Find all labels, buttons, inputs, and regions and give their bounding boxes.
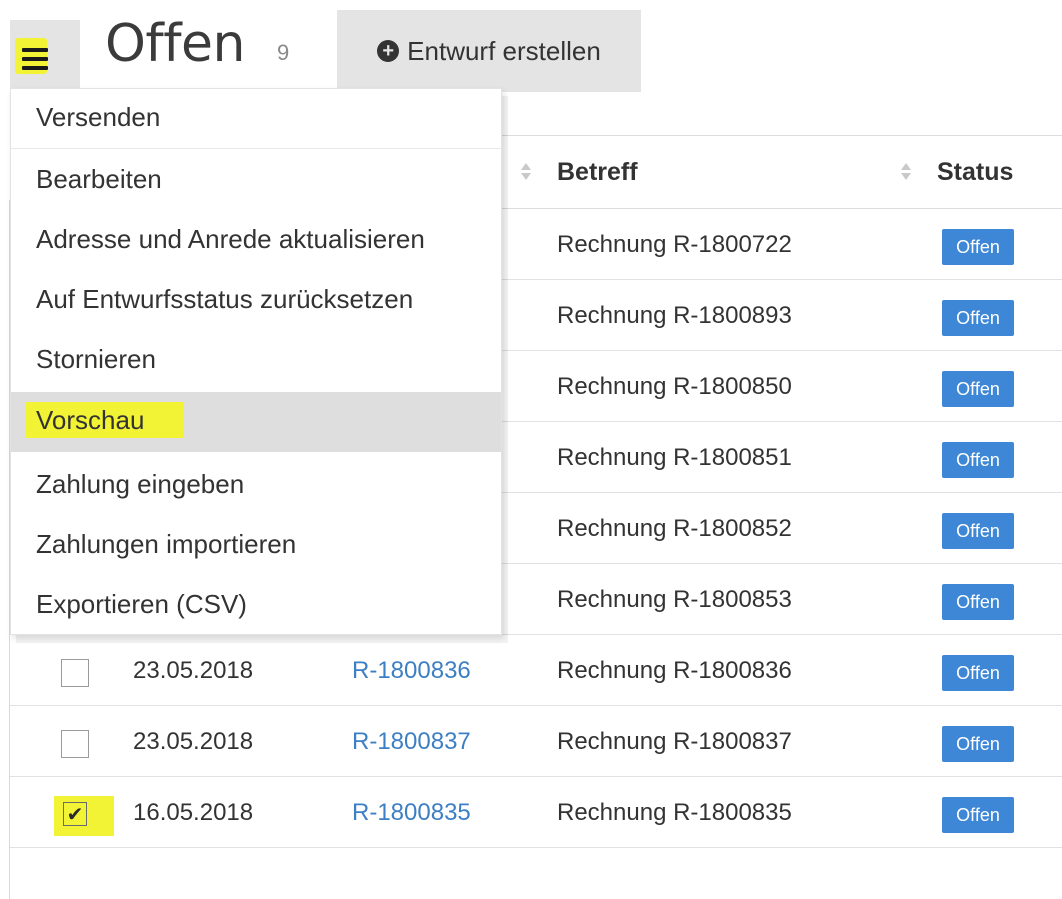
- sort-icon[interactable]: [520, 162, 532, 182]
- invoice-subject: Rechnung R-1800893: [557, 302, 792, 329]
- table-row[interactable]: 23.05.2018 R-1800837 Rechnung R-1800837 Off…: [10, 706, 1062, 777]
- actions-dropdown-menu: Versenden Bearbeiten Adresse und Anrede …: [10, 88, 502, 635]
- column-header-status[interactable]: Status: [937, 158, 1013, 187]
- menu-item-edit[interactable]: Bearbeiten: [11, 151, 501, 211]
- hamburger-icon: [22, 48, 48, 70]
- status-badge: Offen: [942, 229, 1014, 265]
- invoice-subject: Rechnung R-1800853: [557, 586, 792, 613]
- page-title: Offen: [105, 14, 246, 74]
- column-header-subject[interactable]: Betreff: [557, 158, 638, 187]
- status-badge: Offen: [942, 513, 1014, 549]
- status-badge: Offen: [942, 371, 1014, 407]
- invoice-date: 23.05.2018: [133, 728, 254, 755]
- invoice-number-link[interactable]: R-1800837: [352, 728, 471, 756]
- status-badge: Offen: [942, 584, 1014, 620]
- table-row[interactable]: ✔ 16.05.2018 R-1800835 Rechnung R-1800835 Of…: [10, 777, 1062, 848]
- invoice-subject: Rechnung R-1800722: [557, 231, 792, 258]
- row-select-checkbox[interactable]: [61, 730, 89, 758]
- sort-icon[interactable]: [900, 162, 912, 182]
- menu-item-reset-to-draft[interactable]: Auf Entwurfsstatus zurücksetzen: [11, 271, 501, 331]
- invoice-number-link[interactable]: R-1800836: [352, 657, 471, 685]
- menu-item-cancel[interactable]: Stornieren: [11, 331, 501, 391]
- invoice-number-link[interactable]: R-1800835: [352, 799, 471, 827]
- create-draft-label: Entwurf erstellen: [407, 35, 601, 66]
- invoice-subject: Rechnung R-1800836: [557, 657, 792, 684]
- menu-item-send[interactable]: Versenden: [11, 89, 501, 149]
- menu-item-export-csv[interactable]: Exportieren (CSV): [11, 576, 501, 636]
- page-header: Offen 9 + Entwurf erstellen: [0, 0, 1062, 100]
- row-select-checkbox[interactable]: [61, 659, 89, 687]
- invoice-subject: Rechnung R-1800835: [557, 799, 792, 826]
- status-badge: Offen: [942, 797, 1014, 833]
- invoice-date: 23.05.2018: [133, 657, 254, 684]
- item-count: 9: [277, 40, 290, 65]
- status-badge: Offen: [942, 300, 1014, 336]
- create-draft-button[interactable]: + Entwurf erstellen: [337, 10, 641, 92]
- plus-circle-icon: +: [377, 40, 400, 62]
- actions-menu-button[interactable]: [10, 20, 80, 90]
- invoice-subject: Rechnung R-1800837: [557, 728, 792, 755]
- menu-item-update-address[interactable]: Adresse und Anrede aktualisieren: [11, 211, 501, 271]
- status-badge: Offen: [942, 442, 1014, 478]
- invoice-subject: Rechnung R-1800851: [557, 444, 792, 471]
- row-select-checkbox[interactable]: ✔: [63, 802, 87, 826]
- menu-item-import-payments[interactable]: Zahlungen importieren: [11, 516, 501, 576]
- invoice-subject: Rechnung R-1800850: [557, 373, 792, 400]
- table-row[interactable]: 23.05.2018 R-1800836 Rechnung R-1800836 Off…: [10, 635, 1062, 706]
- status-badge: Offen: [942, 726, 1014, 762]
- status-badge: Offen: [942, 655, 1014, 691]
- invoice-subject: Rechnung R-1800852: [557, 515, 792, 542]
- menu-divider: [11, 148, 501, 149]
- menu-item-enter-payment[interactable]: Zahlung eingeben: [11, 456, 501, 516]
- invoice-date: 16.05.2018: [133, 799, 254, 826]
- menu-item-preview[interactable]: Vorschau: [11, 392, 501, 452]
